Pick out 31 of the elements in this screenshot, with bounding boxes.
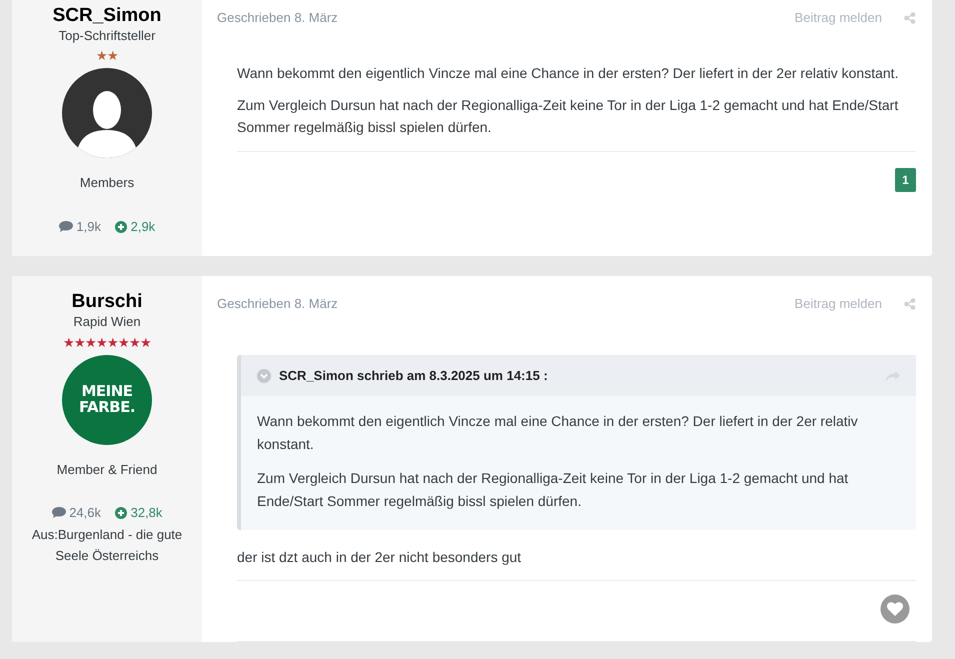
- rank-stars: ★★★★★★★★: [63, 336, 151, 349]
- rank-stars: ★★: [96, 49, 118, 62]
- post-count: 24,6k: [52, 503, 101, 523]
- chevron-down-icon[interactable]: [257, 368, 271, 383]
- post-date: Geschrieben 8. März: [217, 295, 338, 314]
- post-text: der ist dzt auch in der 2er nicht besonders gut: [237, 548, 522, 567]
- post-count: 1,9k: [58, 216, 101, 236]
- reaction-count[interactable]: 1: [895, 168, 916, 192]
- member-title: Rapid Wien: [72, 314, 142, 330]
- quote-text: Wann bekommt den eigentlich Vincze mal eine Chance in der ersten? Der liefert in der 2er relativ konstant.: [257, 412, 859, 454]
- speech-bubble-icon: [52, 506, 66, 520]
- member-group: Member & Friend: [20, 460, 194, 480]
- reputation-count: 32,8k: [115, 503, 162, 523]
- share-icon[interactable]: [904, 12, 916, 24]
- post-date: Geschrieben 8. März: [217, 9, 338, 27]
- share-icon[interactable]: [904, 298, 916, 310]
- quote-author: SCR_Simon schrieb am 8.3.2025 um 14:15 :: [279, 366, 548, 385]
- author-name[interactable]: Burschi: [20, 291, 194, 314]
- plus-circle-icon: [115, 507, 127, 520]
- reputation-count: 2,9k: [115, 216, 156, 236]
- speech-bubble-icon: [58, 220, 73, 233]
- member-location: Aus:Burgenland - die gute Seele Österreichs: [30, 526, 184, 565]
- avatar-text: MEINE FARBE.: [78, 384, 136, 416]
- member-group: Members: [20, 173, 194, 193]
- member-title: Top-Schriftsteller: [58, 28, 156, 44]
- author-name[interactable]: SCR_Simon: [20, 5, 194, 28]
- post-text: Wann bekommt den eigentlich Vincze mal eine Chance in der ersten? Der liefert in der 2er relativ konstant.: [237, 64, 900, 83]
- avatar[interactable]: MEINE FARBE.: [62, 354, 152, 445]
- quote-text: Zum Vergleich Dursun hat nach der Regionalliga-Zeit keine Tor in der Liga 1-2 gemacht und hat Ende/Start Sommer regelmäßig bissl spielen dürfen.: [257, 469, 850, 511]
- post-text: Zum Vergleich Dursun hat nach der Regionalliga-Zeit keine Tor in der Liga 1-2 gemacht und hat Ende/Start Sommer regelmäßig bissl spielen dürfen.: [237, 96, 900, 138]
- plus-circle-icon: [115, 220, 127, 233]
